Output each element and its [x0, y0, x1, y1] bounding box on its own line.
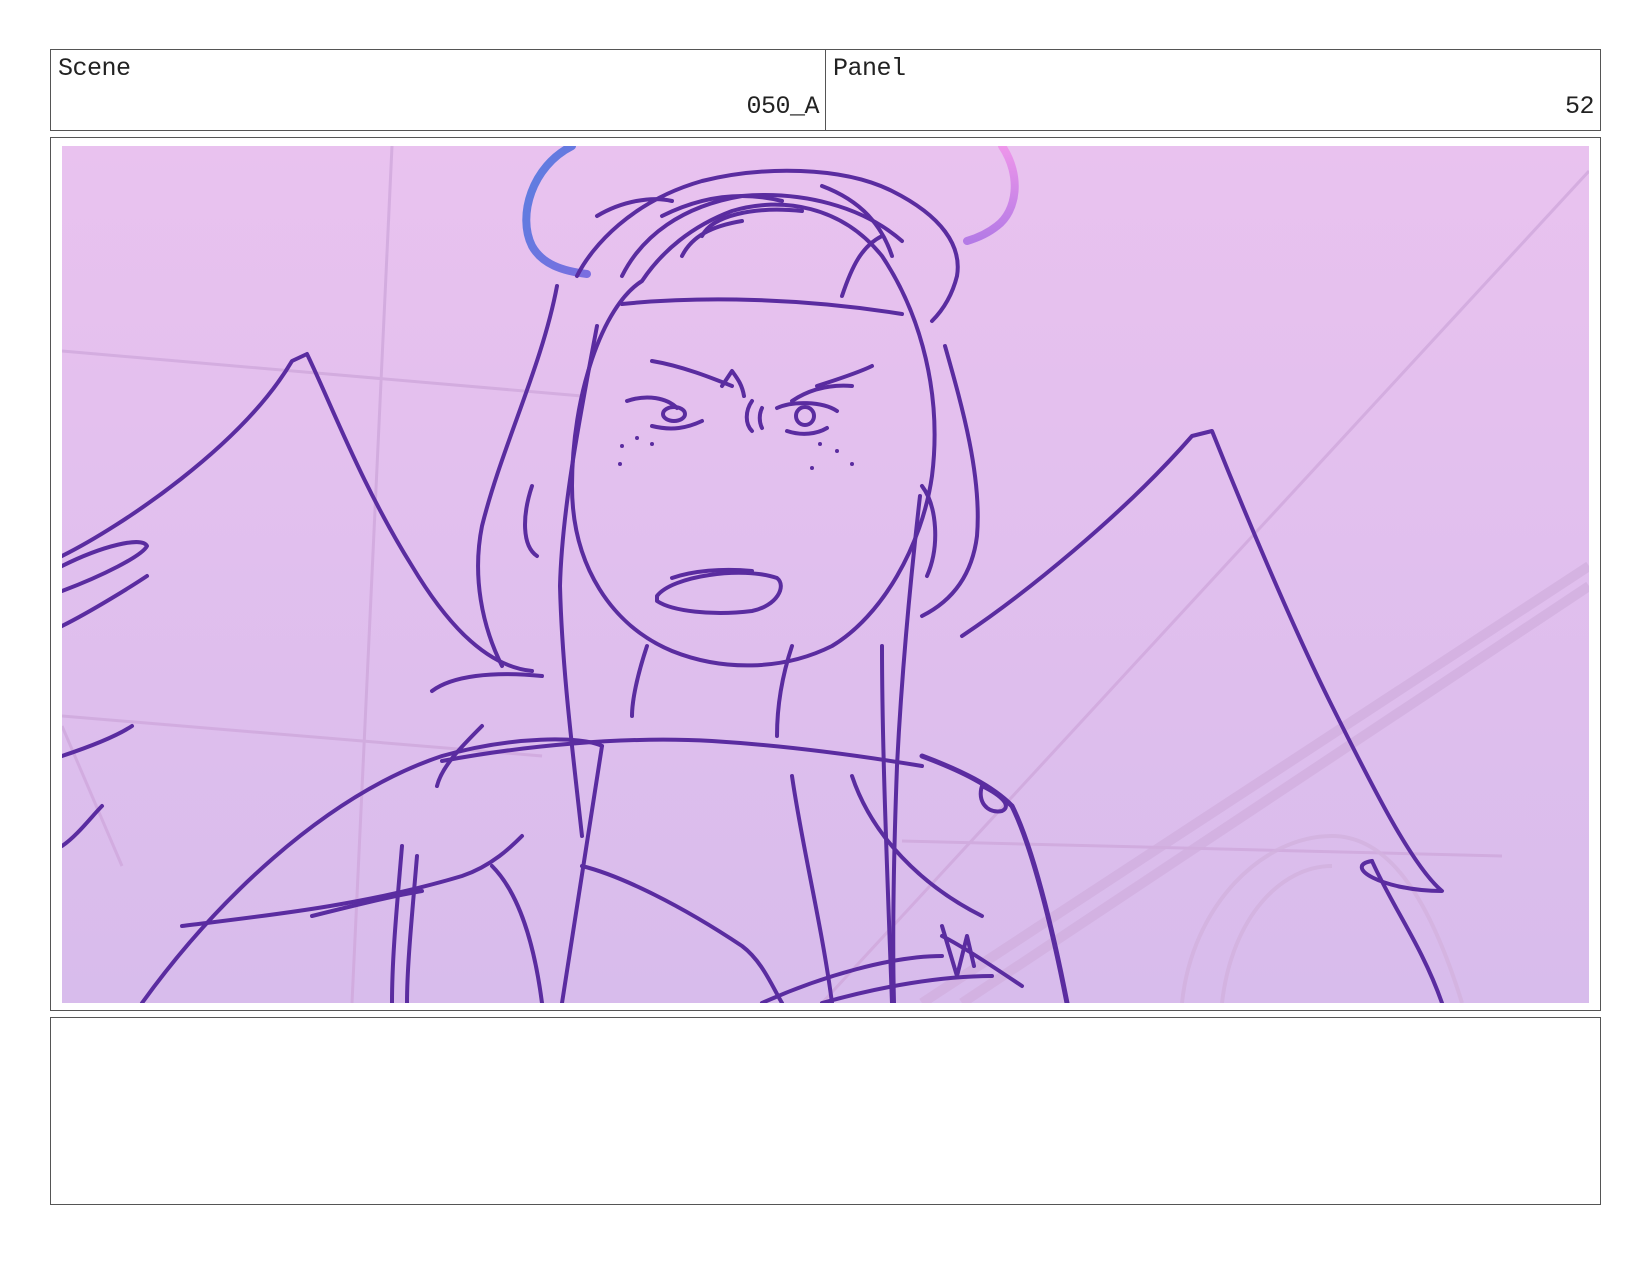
storyboard-sketch-icon: [62, 146, 1589, 1003]
panel-cell: Panel 52: [826, 50, 1600, 130]
scene-label: Scene: [58, 54, 131, 83]
scene-value: 050_A: [746, 92, 819, 121]
panel-number: 52: [1564, 92, 1595, 121]
panel-notes: [50, 1017, 1601, 1205]
scene-cell: Scene 050_A: [51, 50, 826, 130]
sketch-drawing: [62, 146, 1589, 1003]
panel-label: Panel: [833, 54, 906, 83]
panel-header: Scene 050_A Panel 52: [50, 49, 1601, 131]
